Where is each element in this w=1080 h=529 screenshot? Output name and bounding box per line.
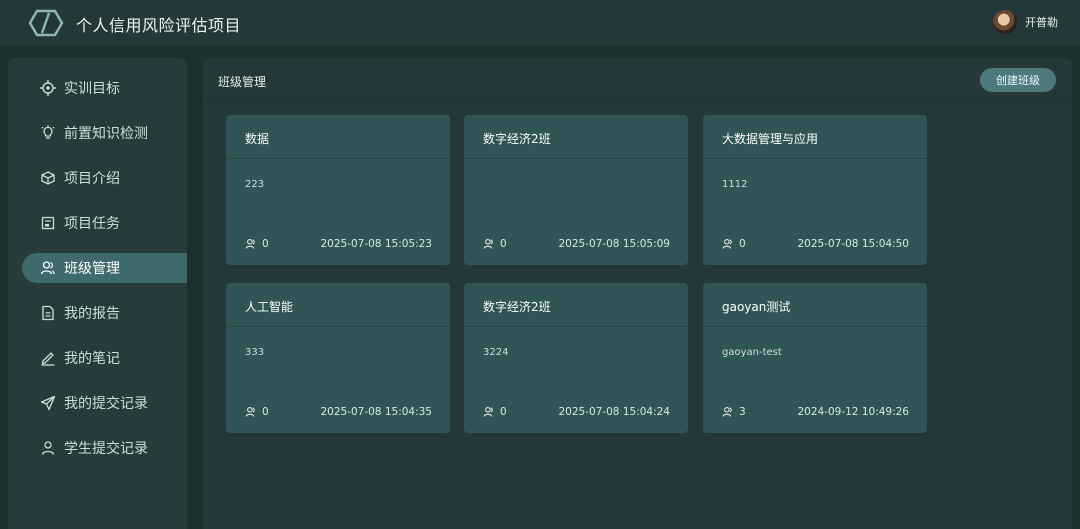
bulb-icon [40,125,56,141]
sidebar-item-pre-test[interactable]: 前置知识检测 [22,118,187,148]
content-header: 班级管理 创建班级 [203,58,1072,101]
class-description: 223 [245,179,265,190]
sidebar-item-class-management[interactable]: 班级管理 [22,253,187,283]
created-time: 2025-07-08 15:05:23 [320,238,432,250]
class-card[interactable]: gaoyan测试 gaoyan-test 3 2024-09-12 10:49:… [703,283,927,433]
users-icon [245,406,255,417]
card-footer: 0 2025-07-08 15:04:24 [483,406,670,418]
create-class-button[interactable]: 创建班级 [980,68,1056,92]
sidebar-item-label: 实训目标 [64,81,120,97]
user-icon [40,440,56,456]
sidebar-item-training-goal[interactable]: 实训目标 [22,73,187,103]
class-card[interactable]: 数字经济2班 0 2025-07-08 15:05:09 [464,115,688,265]
sidebar-item-project-task[interactable]: 项目任务 [22,208,187,238]
user-avatar-portrait[interactable] [993,10,1017,34]
class-card[interactable]: 数据 223 0 2025-07-08 15:05:23 [226,115,450,265]
member-count: 0 [483,406,507,418]
card-divider [226,158,450,159]
users-icon [483,406,493,417]
member-count: 0 [245,406,269,418]
class-description: 333 [245,347,265,358]
document-icon [40,305,56,321]
class-name: 大数据管理与应用 [722,132,819,146]
sidebar-item-label: 前置知识检测 [64,126,148,142]
class-card[interactable]: 人工智能 333 0 2025-07-08 15:04:35 [226,283,450,433]
task-icon [40,215,56,231]
card-footer: 0 2025-07-08 15:04:35 [245,406,432,418]
card-footer: 0 2025-07-08 15:04:50 [722,238,909,250]
member-count-value: 0 [262,238,269,250]
page-title: 班级管理 [218,75,267,89]
target-icon [40,80,56,96]
class-description: 1112 [722,179,748,190]
users-icon [245,238,255,249]
card-footer: 0 2025-07-08 15:05:23 [245,238,432,250]
sidebar-item-label: 学生提交记录 [64,441,148,457]
sidebar-item-label: 班级管理 [64,261,120,277]
card-divider [703,158,927,159]
member-count-value: 0 [262,406,269,418]
sidebar-item-label: 项目介绍 [64,171,120,187]
sidebar-item-my-submissions[interactable]: 我的提交记录 [22,388,187,418]
created-time: 2024-09-12 10:49:26 [797,406,909,418]
member-count: 3 [722,406,746,418]
main-content: 班级管理 创建班级 数据 223 0 2025-07-08 15:05:23 数… [203,58,1072,529]
sidebar-item-label: 我的提交记录 [64,396,148,412]
class-name: 数据 [245,132,270,146]
sidebar-item-label: 我的笔记 [64,351,120,367]
user-name[interactable]: 开普勒 [1025,14,1058,30]
card-divider [464,326,688,327]
member-count: 0 [722,238,746,250]
class-description: 3224 [483,347,509,358]
sidebar-item-my-report[interactable]: 我的报告 [22,298,187,328]
users-icon [40,260,56,276]
pen-icon [40,350,56,366]
users-icon [722,406,732,417]
sidebar-item-project-intro[interactable]: 项目介绍 [22,163,187,193]
class-name: 数字经济2班 [483,300,551,314]
cube-icon [40,170,56,186]
created-time: 2025-07-08 15:04:24 [558,406,670,418]
app-title: 个人信用风险评估项目 [76,16,242,35]
created-time: 2025-07-08 15:04:35 [320,406,432,418]
member-count: 0 [245,238,269,250]
top-bar: 个人信用风险评估项目 开普勒 [0,0,1080,46]
users-icon [483,238,493,249]
class-name: 数字经济2班 [483,132,551,146]
sidebar-item-my-notes[interactable]: 我的笔记 [22,343,187,373]
member-count-value: 0 [739,238,746,250]
sidebar-item-label: 我的报告 [64,306,120,322]
class-card[interactable]: 大数据管理与应用 1112 0 2025-07-08 15:04:50 [703,115,927,265]
member-count: 0 [483,238,507,250]
card-footer: 3 2024-09-12 10:49:26 [722,406,909,418]
users-icon [722,238,732,249]
sidebar-item-label: 项目任务 [64,216,120,232]
member-count-value: 0 [500,238,507,250]
hexagon-slash-logo[interactable] [28,9,64,37]
user-menu[interactable]: 开普勒 [993,10,1058,34]
class-name: 人工智能 [245,300,294,314]
sidebar-item-student-submissions[interactable]: 学生提交记录 [22,433,187,463]
card-divider [464,158,688,159]
card-footer: 0 2025-07-08 15:05:09 [483,238,670,250]
class-name: gaoyan测试 [722,300,791,314]
created-time: 2025-07-08 15:04:50 [797,238,909,250]
created-time: 2025-07-08 15:05:09 [558,238,670,250]
member-count-value: 3 [739,406,746,418]
send-icon [40,395,56,411]
card-divider [226,326,450,327]
class-description: gaoyan-test [722,347,782,358]
card-divider [703,326,927,327]
member-count-value: 0 [500,406,507,418]
class-card[interactable]: 数字经济2班 3224 0 2025-07-08 15:04:24 [464,283,688,433]
sidebar: 实训目标 前置知识检测 项目介绍 项目任务 班级管理 我的报告 我的笔记 我的提… [8,58,187,529]
